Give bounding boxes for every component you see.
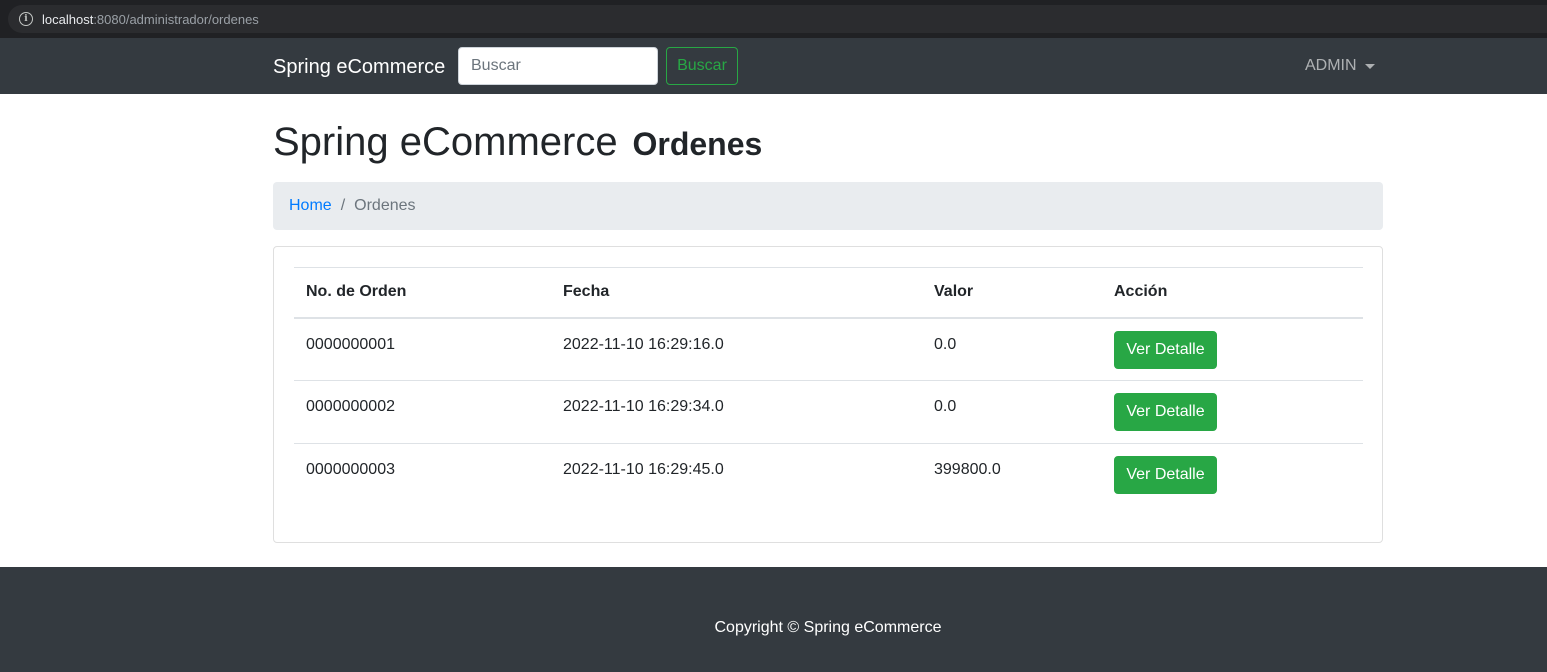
header-order-number: No. de Orden — [294, 267, 551, 319]
table-row: 0000000003 2022-11-10 16:29:45.0 399800.… — [294, 443, 1363, 507]
header-value: Valor — [922, 267, 1102, 319]
header-action: Acción — [1102, 267, 1363, 319]
order-date-cell: 2022-11-10 16:29:16.0 — [563, 335, 724, 353]
search-input[interactable] — [458, 47, 658, 85]
table-row: 0000000001 2022-11-10 16:29:16.0 0.0 Ver… — [294, 318, 1363, 381]
url-path: :8080/administrador/ordenes — [93, 11, 259, 27]
top-navbar: Spring eCommerce Buscar ADMIN — [0, 38, 1547, 94]
order-date-cell: 2022-11-10 16:29:34.0 — [551, 380, 922, 444]
order-number-cell: 0000000001 — [306, 335, 395, 353]
caret-down-icon — [1364, 63, 1375, 69]
url-host: localhost — [42, 11, 94, 27]
order-date-cell: 2022-11-10 16:29:45.0 — [551, 443, 922, 507]
table-row: 0000000002 2022-11-10 16:29:34.0 0.0 Ver… — [294, 380, 1363, 444]
page-title: Spring eCommerce Ordenes — [273, 120, 762, 165]
order-value-cell: 399800.0 — [922, 443, 1102, 507]
breadcrumb-current: Ordenes — [354, 197, 416, 214]
url-text[interactable]: localhost:8080/administrador/ordenes — [42, 12, 259, 27]
view-detail-button[interactable]: Ver Detalle — [1114, 456, 1217, 494]
order-number-cell: 0000000002 — [294, 380, 551, 444]
page-title-main: Spring eCommerce — [273, 120, 618, 164]
order-action-cell: Ver Detalle — [1102, 443, 1363, 507]
orders-card: No. de Orden Fecha Valor Acción 00000000… — [273, 246, 1383, 543]
page-footer: Copyright © Spring eCommerce — [0, 567, 1547, 672]
breadcrumb: Home / Ordenes — [273, 182, 1383, 230]
order-action-cell: Ver Detalle — [1102, 380, 1363, 444]
url-field[interactable]: i localhost:8080/administrador/ordenes — [8, 5, 1547, 33]
orders-table: No. de Orden Fecha Valor Acción 00000000… — [294, 267, 1363, 507]
order-value-cell: 0.0 — [934, 335, 957, 353]
page-subtitle: Ordenes — [632, 126, 763, 162]
navbar-brand[interactable]: Spring eCommerce — [273, 56, 445, 79]
order-number-cell: 0000000003 — [294, 443, 551, 507]
admin-dropdown-label: ADMIN — [1305, 57, 1357, 74]
search-button[interactable]: Buscar — [666, 47, 738, 85]
header-date: Fecha — [551, 267, 922, 319]
view-detail-button[interactable]: Ver Detalle — [1114, 393, 1217, 431]
order-value-cell: 0.0 — [922, 380, 1102, 444]
order-action-cell: Ver Detalle — [1102, 318, 1363, 381]
breadcrumb-home-link[interactable]: Home — [289, 197, 332, 215]
table-header-row: No. de Orden Fecha Valor Acción — [294, 267, 1363, 319]
view-detail-button[interactable]: Ver Detalle — [1114, 330, 1217, 369]
footer-copyright: Copyright © Spring eCommerce — [714, 619, 942, 636]
browser-address-bar: i localhost:8080/administrador/ordenes — [0, 0, 1547, 38]
admin-dropdown[interactable]: ADMIN — [1305, 57, 1375, 75]
site-info-icon[interactable]: i — [19, 12, 33, 26]
breadcrumb-separator: / — [340, 197, 346, 214]
